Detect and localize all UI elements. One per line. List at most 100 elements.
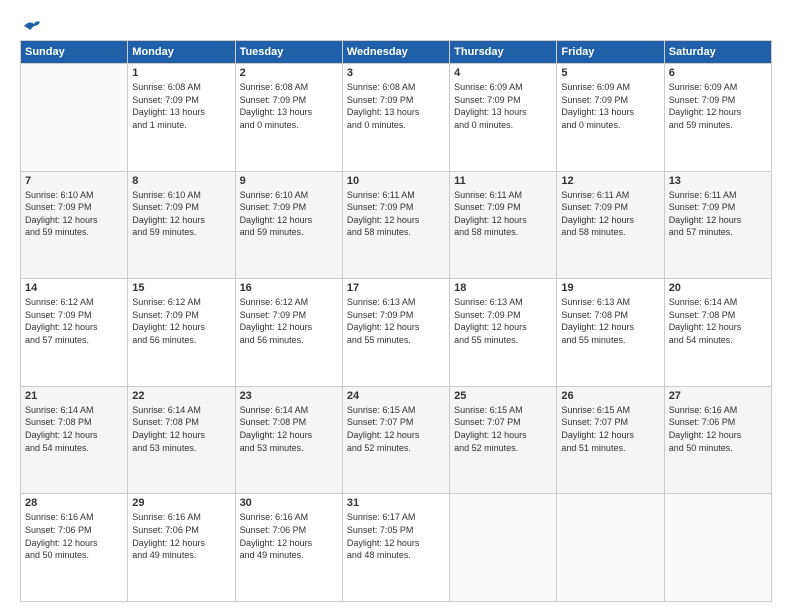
calendar-cell: 11Sunrise: 6:11 AM Sunset: 7:09 PM Dayli…	[450, 171, 557, 279]
day-info: Sunrise: 6:10 AM Sunset: 7:09 PM Dayligh…	[25, 189, 123, 239]
day-info: Sunrise: 6:15 AM Sunset: 7:07 PM Dayligh…	[347, 404, 445, 454]
day-number: 9	[240, 175, 338, 187]
logo-text	[20, 18, 42, 34]
day-number: 10	[347, 175, 445, 187]
calendar-cell	[557, 494, 664, 602]
day-info: Sunrise: 6:08 AM Sunset: 7:09 PM Dayligh…	[347, 81, 445, 131]
week-row-2: 7 Sunrise: 6:10 AM Sunset: 7:09 PM Daylig…	[21, 171, 772, 279]
weekday-header-friday: Friday	[557, 41, 664, 64]
weekday-header-saturday: Saturday	[664, 41, 771, 64]
day-info: Sunrise: 6:11 AM Sunset: 7:09 PM Dayligh…	[454, 189, 552, 239]
calendar-cell	[450, 494, 557, 602]
day-number: 1	[132, 67, 230, 79]
calendar-cell: 14 Sunrise: 6:12 AM Sunset: 7:09 PM Dayli…	[21, 279, 128, 387]
day-info: Sunrise: 6:16 AM Sunset: 7:06 PM Dayligh…	[132, 511, 230, 561]
calendar-cell: 6 Sunrise: 6:09 AM Sunset: 7:09 PM Daylig…	[664, 64, 771, 172]
calendar-cell: 18 Sunrise: 6:13 AM Sunset: 7:09 PM Dayli…	[450, 279, 557, 387]
day-number: 6	[669, 67, 767, 79]
calendar-cell: 25 Sunrise: 6:15 AM Sunset: 7:07 PM Dayli…	[450, 386, 557, 494]
day-info: Sunrise: 6:11 AM Sunset: 7:09 PM Dayligh…	[561, 189, 659, 239]
weekday-header-thursday: Thursday	[450, 41, 557, 64]
day-info: Sunrise: 6:13 AM Sunset: 7:09 PM Dayligh…	[454, 296, 552, 346]
calendar-cell: 17 Sunrise: 6:13 AM Sunset: 7:09 PM Dayli…	[342, 279, 449, 387]
weekday-header-tuesday: Tuesday	[235, 41, 342, 64]
week-row-5: 28 Sunrise: 6:16 AM Sunset: 7:06 PM Dayli…	[21, 494, 772, 602]
day-info: Sunrise: 6:11 AM Sunset: 7:09 PM Dayligh…	[347, 189, 445, 239]
day-number: 4	[454, 67, 552, 79]
calendar-cell: 19 Sunrise: 6:13 AM Sunset: 7:08 PM Dayli…	[557, 279, 664, 387]
logo-bird-icon	[22, 18, 42, 34]
calendar-cell: 1 Sunrise: 6:08 AM Sunset: 7:09 PM Daylig…	[128, 64, 235, 172]
day-number: 19	[561, 282, 659, 294]
week-row-1: 1 Sunrise: 6:08 AM Sunset: 7:09 PM Daylig…	[21, 64, 772, 172]
day-info: Sunrise: 6:14 AM Sunset: 7:08 PM Dayligh…	[240, 404, 338, 454]
day-number: 28	[25, 497, 123, 509]
day-info: Sunrise: 6:10 AM Sunset: 7:09 PM Dayligh…	[240, 189, 338, 239]
weekday-header-monday: Monday	[128, 41, 235, 64]
calendar-cell: 26 Sunrise: 6:15 AM Sunset: 7:07 PM Dayli…	[557, 386, 664, 494]
day-number: 8	[132, 175, 230, 187]
weekday-header-row: SundayMondayTuesdayWednesdayThursdayFrid…	[21, 41, 772, 64]
calendar-cell: 16 Sunrise: 6:12 AM Sunset: 7:09 PM Dayli…	[235, 279, 342, 387]
day-info: Sunrise: 6:12 AM Sunset: 7:09 PM Dayligh…	[25, 296, 123, 346]
calendar-cell: 12 Sunrise: 6:11 AM Sunset: 7:09 PM Dayli…	[557, 171, 664, 279]
day-info: Sunrise: 6:12 AM Sunset: 7:09 PM Dayligh…	[240, 296, 338, 346]
calendar-cell: 9 Sunrise: 6:10 AM Sunset: 7:09 PM Daylig…	[235, 171, 342, 279]
calendar-cell: 22 Sunrise: 6:14 AM Sunset: 7:08 PM Dayli…	[128, 386, 235, 494]
day-info: Sunrise: 6:09 AM Sunset: 7:09 PM Dayligh…	[561, 81, 659, 131]
day-info: Sunrise: 6:09 AM Sunset: 7:09 PM Dayligh…	[454, 81, 552, 131]
day-number: 21	[25, 390, 123, 402]
day-info: Sunrise: 6:15 AM Sunset: 7:07 PM Dayligh…	[561, 404, 659, 454]
logo	[20, 18, 42, 30]
day-number: 20	[669, 282, 767, 294]
calendar-cell: 21 Sunrise: 6:14 AM Sunset: 7:08 PM Dayli…	[21, 386, 128, 494]
day-info: Sunrise: 6:13 AM Sunset: 7:09 PM Dayligh…	[347, 296, 445, 346]
calendar-cell: 20 Sunrise: 6:14 AM Sunset: 7:08 PM Dayli…	[664, 279, 771, 387]
day-number: 27	[669, 390, 767, 402]
day-number: 18	[454, 282, 552, 294]
day-number: 26	[561, 390, 659, 402]
day-info: Sunrise: 6:14 AM Sunset: 7:08 PM Dayligh…	[132, 404, 230, 454]
day-info: Sunrise: 6:09 AM Sunset: 7:09 PM Dayligh…	[669, 81, 767, 131]
day-info: Sunrise: 6:14 AM Sunset: 7:08 PM Dayligh…	[25, 404, 123, 454]
day-number: 17	[347, 282, 445, 294]
calendar-cell: 15Sunrise: 6:12 AM Sunset: 7:09 PM Dayli…	[128, 279, 235, 387]
week-row-4: 21 Sunrise: 6:14 AM Sunset: 7:08 PM Dayli…	[21, 386, 772, 494]
day-number: 29	[132, 497, 230, 509]
day-number: 13	[669, 175, 767, 187]
day-info: Sunrise: 6:13 AM Sunset: 7:08 PM Dayligh…	[561, 296, 659, 346]
day-info: Sunrise: 6:15 AM Sunset: 7:07 PM Dayligh…	[454, 404, 552, 454]
calendar-cell: 13 Sunrise: 6:11 AM Sunset: 7:09 PM Dayli…	[664, 171, 771, 279]
calendar-cell: 28Sunrise: 6:16 AM Sunset: 7:06 PM Dayli…	[21, 494, 128, 602]
day-number: 25	[454, 390, 552, 402]
day-number: 22	[132, 390, 230, 402]
day-info: Sunrise: 6:17 AM Sunset: 7:05 PM Dayligh…	[347, 511, 445, 561]
day-info: Sunrise: 6:08 AM Sunset: 7:09 PM Dayligh…	[240, 81, 338, 131]
day-number: 23	[240, 390, 338, 402]
day-info: Sunrise: 6:16 AM Sunset: 7:06 PM Dayligh…	[240, 511, 338, 561]
calendar-cell	[664, 494, 771, 602]
week-row-3: 14 Sunrise: 6:12 AM Sunset: 7:09 PM Dayli…	[21, 279, 772, 387]
day-info: Sunrise: 6:11 AM Sunset: 7:09 PM Dayligh…	[669, 189, 767, 239]
calendar-cell: 5Sunrise: 6:09 AM Sunset: 7:09 PM Daylig…	[557, 64, 664, 172]
weekday-header-sunday: Sunday	[21, 41, 128, 64]
calendar-cell: 29 Sunrise: 6:16 AM Sunset: 7:06 PM Dayli…	[128, 494, 235, 602]
day-number: 16	[240, 282, 338, 294]
header	[20, 18, 772, 30]
day-number: 24	[347, 390, 445, 402]
day-info: Sunrise: 6:08 AM Sunset: 7:09 PM Dayligh…	[132, 81, 230, 131]
day-number: 30	[240, 497, 338, 509]
calendar-cell: 30 Sunrise: 6:16 AM Sunset: 7:06 PM Dayli…	[235, 494, 342, 602]
day-info: Sunrise: 6:10 AM Sunset: 7:09 PM Dayligh…	[132, 189, 230, 239]
day-number: 31	[347, 497, 445, 509]
day-number: 12	[561, 175, 659, 187]
day-number: 14	[25, 282, 123, 294]
day-number: 7	[25, 175, 123, 187]
calendar-cell: 10 Sunrise: 6:11 AM Sunset: 7:09 PM Dayli…	[342, 171, 449, 279]
calendar-cell: 27Sunrise: 6:16 AM Sunset: 7:06 PM Dayli…	[664, 386, 771, 494]
day-info: Sunrise: 6:12 AM Sunset: 7:09 PM Dayligh…	[132, 296, 230, 346]
day-info: Sunrise: 6:14 AM Sunset: 7:08 PM Dayligh…	[669, 296, 767, 346]
calendar-cell: 3Sunrise: 6:08 AM Sunset: 7:09 PM Daylig…	[342, 64, 449, 172]
calendar-cell	[21, 64, 128, 172]
calendar-cell: 23 Sunrise: 6:14 AM Sunset: 7:08 PM Dayli…	[235, 386, 342, 494]
